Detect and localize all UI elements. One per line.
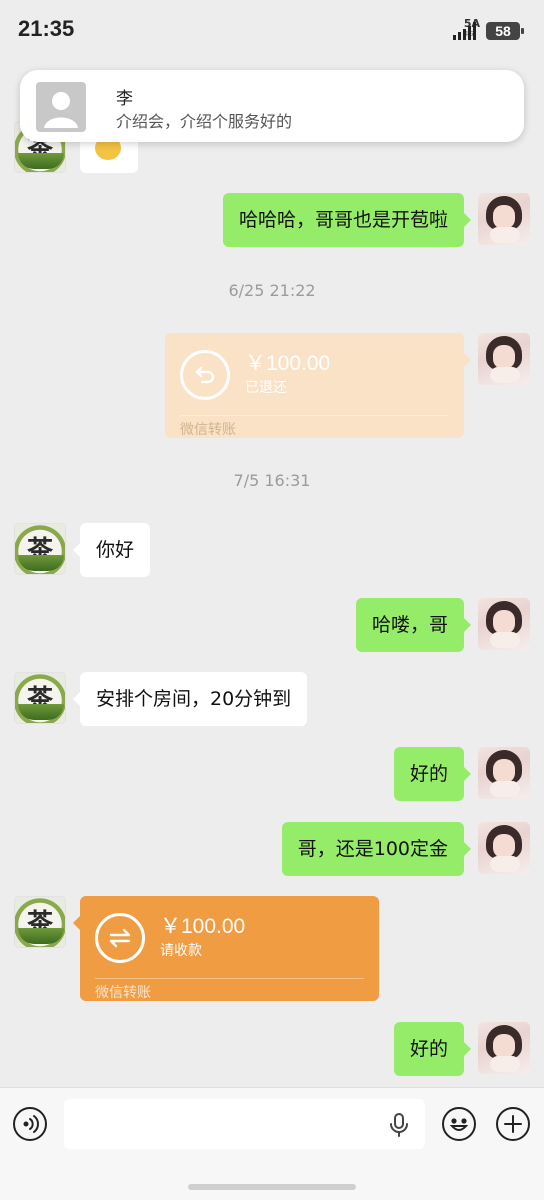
status-time: 21:35 (18, 16, 75, 41)
notification-message: 介绍会，介绍个服务好的 (116, 112, 293, 131)
received-message-bubble[interactable]: 安排个房间，20分钟到 (72, 672, 308, 726)
my-avatar[interactable] (478, 333, 530, 385)
received-message-bubble[interactable]: 你好 (72, 523, 151, 577)
my-avatar[interactable] (478, 1022, 530, 1074)
divider (95, 978, 364, 979)
transfer-label: 微信转账 (95, 985, 151, 1001)
sent-message-bubble[interactable]: 好的 (393, 747, 472, 801)
notification-banner[interactable]: 李 介绍会，介绍个服务好的 (20, 70, 524, 142)
sent-message-bubble[interactable]: 哈哈哈，哥哥也是开苞啦 (222, 193, 472, 247)
my-avatar[interactable] (478, 193, 530, 245)
sent-message-bubble[interactable]: 哥，还是100定金 (281, 822, 472, 876)
transfer-amount: ￥100.00 (245, 352, 331, 375)
input-bar (0, 1087, 544, 1200)
my-avatar[interactable] (478, 598, 530, 650)
contact-avatar[interactable]: 茶 (14, 896, 66, 948)
return-arrow-icon (180, 350, 230, 400)
timestamp: 6/25 21:22 (228, 281, 316, 300)
notification-sender: 李 (116, 89, 133, 109)
timestamp: 7/5 16:31 (233, 471, 311, 490)
plus-icon[interactable] (496, 1107, 530, 1141)
my-avatar[interactable] (478, 747, 530, 799)
divider (180, 415, 449, 416)
transfer-card-pending[interactable]: ￥100.00 请收款 微信转账 (73, 896, 379, 1001)
transfer-card-returned[interactable]: ￥100.00 已退还 微信转账 (165, 333, 471, 438)
my-avatar[interactable] (478, 822, 530, 874)
voice-mode-icon[interactable] (13, 1107, 47, 1141)
signal-icon (453, 22, 479, 40)
microphone-icon[interactable] (387, 1112, 411, 1138)
transfer-status: 已退还 (245, 380, 287, 396)
message-input[interactable] (64, 1099, 425, 1149)
transfer-label: 微信转账 (180, 422, 236, 438)
contact-avatar[interactable]: 茶 (14, 523, 66, 575)
home-indicator[interactable] (188, 1184, 356, 1190)
emoji-icon[interactable] (442, 1107, 476, 1141)
sent-message-bubble[interactable]: 哈喽，哥 (355, 598, 472, 652)
battery-icon: 58 (486, 22, 524, 40)
sent-message-bubble[interactable]: 好的 (393, 1022, 472, 1076)
transfer-status: 请收款 (160, 943, 202, 959)
default-avatar-icon (36, 82, 86, 132)
transfer-amount: ￥100.00 (160, 915, 246, 938)
contact-avatar[interactable]: 茶 (14, 672, 66, 724)
transfer-arrows-icon (95, 913, 145, 963)
status-bar: 21:35 5A 4G 58 (0, 0, 544, 62)
